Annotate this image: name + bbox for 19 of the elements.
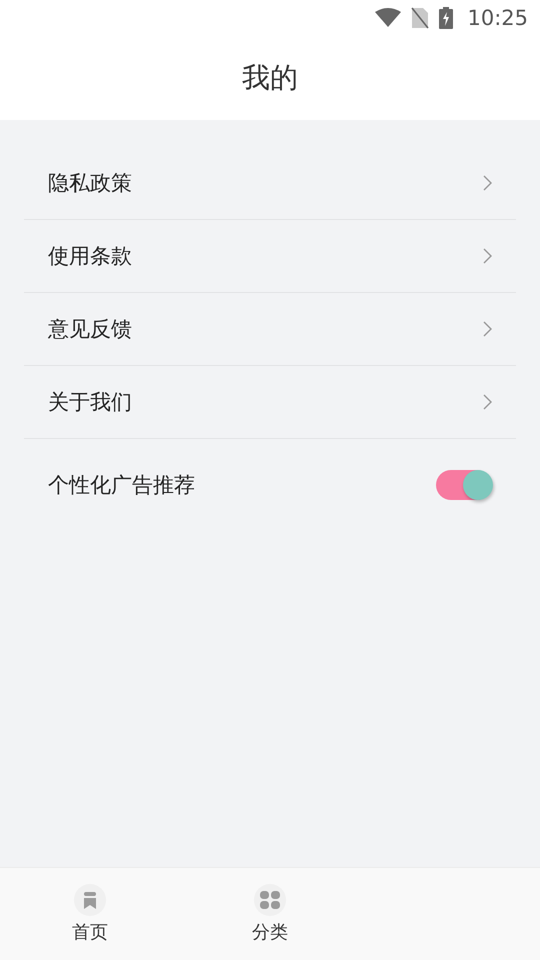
chevron-right-icon — [483, 394, 492, 410]
status-time: 10:25 — [467, 6, 528, 30]
grid-icon — [260, 891, 280, 909]
bookmark-icon — [84, 892, 96, 908]
settings-item[interactable]: 隐私政策 — [24, 147, 516, 220]
settings-item[interactable]: 关于我们 — [24, 366, 516, 439]
settings-item[interactable]: 意见反馈 — [24, 293, 516, 366]
settings-item[interactable]: 使用条款 — [24, 220, 516, 293]
wifi-icon — [375, 8, 402, 28]
toggle-switch[interactable] — [436, 470, 492, 500]
nav-tab[interactable]: 首页 — [0, 868, 180, 960]
page-title: 我的 — [242, 60, 298, 96]
no-sim-icon — [411, 7, 430, 29]
battery-charging-icon — [439, 7, 454, 29]
chevron-right-icon — [483, 321, 492, 337]
nav-tab[interactable]: 分类 — [180, 868, 360, 960]
chevron-right-icon — [483, 175, 492, 191]
chevron-right-icon — [483, 248, 492, 264]
settings-label: 个性化广告推荐 — [48, 472, 195, 499]
